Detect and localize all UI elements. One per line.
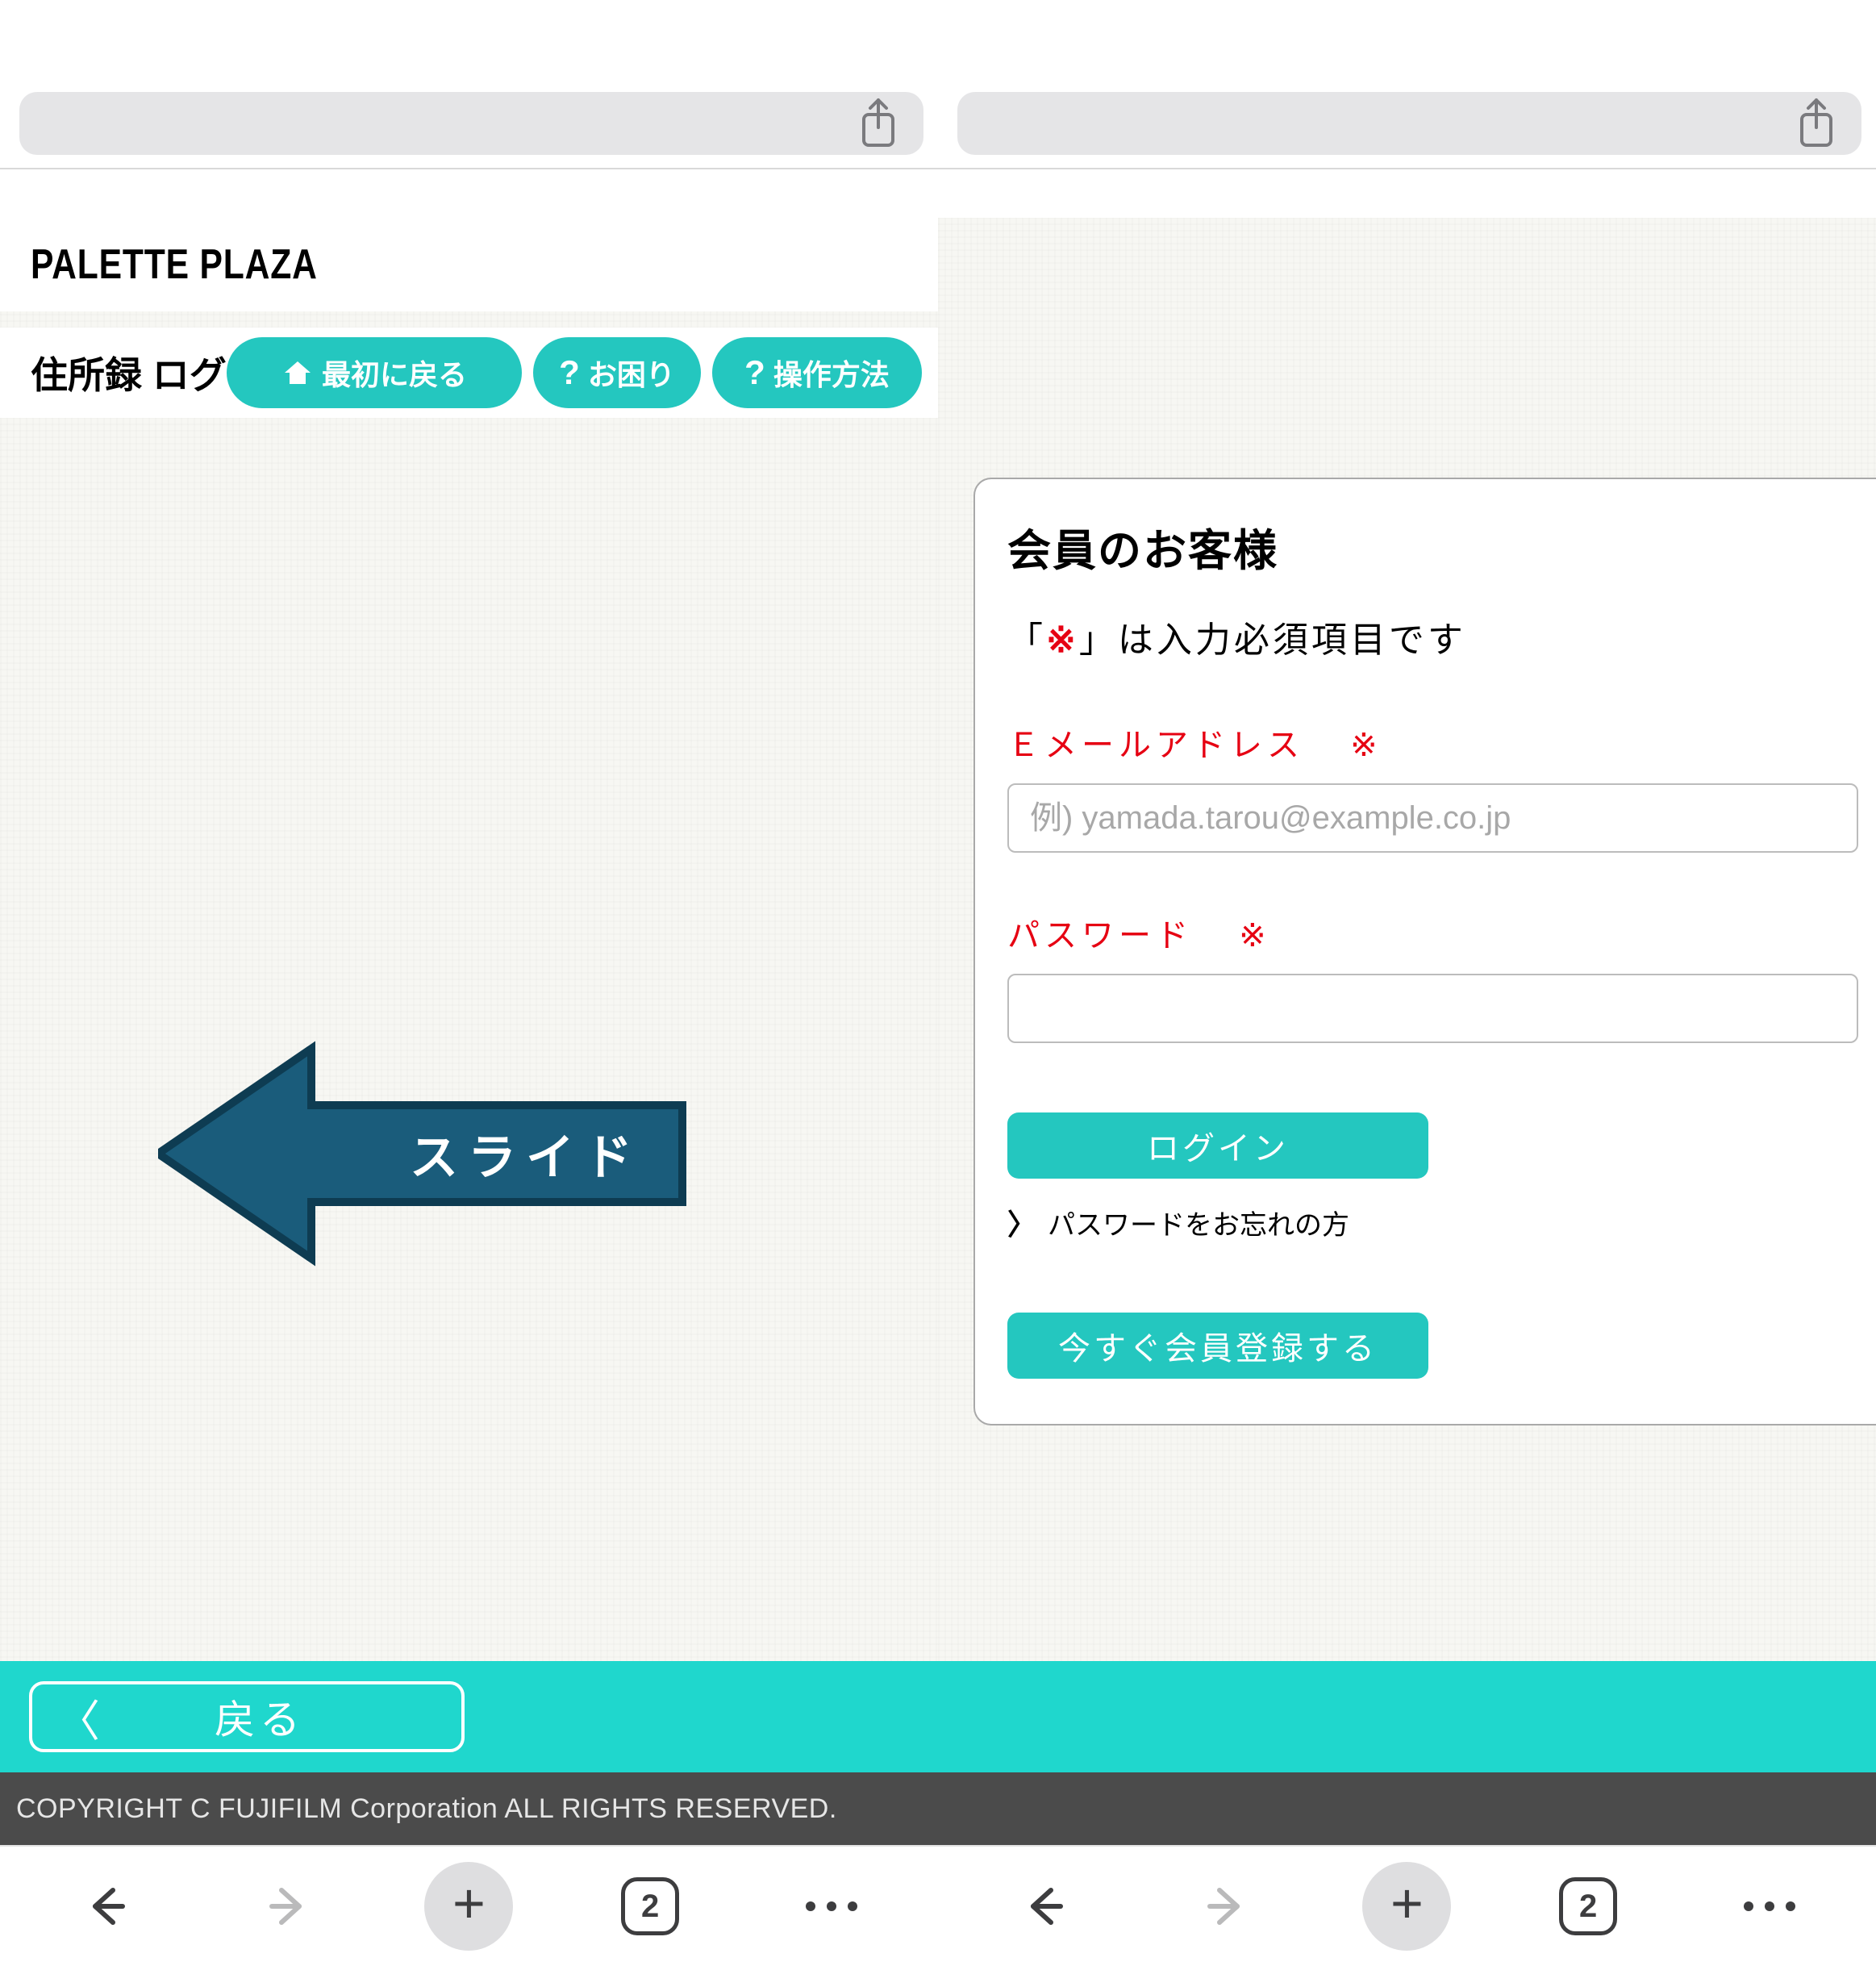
plus-icon: + [1390,1875,1424,1931]
login-title: 会員のお客様 [1007,515,1858,578]
tabs-count-badge: 2 [621,1877,679,1935]
chevron-right-icon: 〉 [1007,1201,1036,1243]
home-icon [281,357,314,389]
dots-icon [806,1901,857,1911]
copyright-bar: COPYRIGHT C FUJIFILM Corporation ALL RIG… [0,1772,938,1845]
login-button-label: ログイン [1147,1122,1289,1169]
page-content-left: PALETTE PLAZA 住所録 ログイン 最初に戻る ? お困り ? 操作方… [0,218,938,1845]
browser-toolbar: + 2 [0,1845,938,1966]
tabs-button[interactable]: 2 [602,1858,698,1955]
copyright-bar [938,1772,1876,1845]
share-icon[interactable] [1795,97,1837,150]
question-icon: ? [744,353,765,392]
statusbar [938,0,1876,79]
slide-arrow-annotation: スライド [158,1041,690,1267]
login-button[interactable]: ログイン [1007,1112,1428,1179]
dots-icon [1744,1901,1795,1911]
back-button-label: 戻る [82,1688,437,1746]
slide-arrow-label: スライド [410,1119,642,1189]
nav-forward-button[interactable] [240,1858,336,1955]
page-title-row: 住所録 ログイン 最初に戻る ? お困り ? 操作方法 [0,328,938,418]
register-button[interactable]: 今すぐ会員登録する [1007,1313,1428,1379]
forgot-password-link[interactable]: 〉 パスワードをお忘れの方 [1007,1201,1858,1243]
question-icon: ? [559,353,580,392]
address-field[interactable] [957,92,1861,155]
copyright-text: COPYRIGHT C FUJIFILM Corporation ALL RIG… [16,1793,837,1825]
right-screen: 会員のお客様 「※」は入力必須項目です Ｅメールアドレス ※ パスワード ※ ロ… [938,0,1876,1966]
tabs-button[interactable]: 2 [1540,1858,1636,1955]
nav-back-button[interactable] [58,1858,155,1955]
plus-icon: + [452,1875,486,1931]
share-icon[interactable] [857,97,899,150]
required-note-prefix: 「 [1007,620,1046,660]
email-field[interactable] [1007,783,1858,853]
page-content-right: 会員のお客様 「※」は入力必須項目です Ｅメールアドレス ※ パスワード ※ ロ… [938,218,1876,1845]
separator [938,168,1876,169]
nav-help-label: お困り [588,352,675,394]
chevron-left-icon: 〈 [56,1685,82,1749]
nav-howto-label: 操作方法 [773,352,890,394]
nav-back-button[interactable] [996,1858,1093,1955]
password-label-text: パスワード [1007,918,1193,954]
required-mark: ※ [1239,918,1271,954]
brand-bar: PALETTE PLAZA [0,218,938,311]
nav-help-button[interactable]: ? お困り [533,337,701,408]
nav-home-label: 最初に戻る [322,352,467,394]
brand-name: PALETTE PLAZA [31,240,318,289]
required-mark: ※ [1350,728,1382,763]
nav-forward-button[interactable] [1178,1858,1274,1955]
browser-address-bar [0,79,938,168]
new-tab-button[interactable]: + [420,1858,517,1955]
password-field[interactable] [1007,974,1858,1043]
separator [0,168,938,169]
footer-teal: 〈 戻る [0,1661,938,1772]
nav-howto-button[interactable]: ? 操作方法 [712,337,922,408]
register-button-label: 今すぐ会員登録する [1058,1322,1378,1369]
forgot-password-label: パスワードをお忘れの方 [1048,1203,1349,1242]
menu-button[interactable] [1721,1858,1818,1955]
browser-toolbar: + 2 [938,1845,1876,1966]
left-screen: PALETTE PLAZA 住所録 ログイン 最初に戻る ? お困り ? 操作方… [0,0,938,1966]
required-note-suffix: 」は入力必須項目です [1079,620,1466,660]
email-label: Ｅメールアドレス ※ [1007,719,1858,766]
address-field[interactable] [19,92,923,155]
required-mark: ※ [1046,620,1079,660]
required-note: 「※」は入力必須項目です [1007,611,1858,662]
browser-address-bar [938,79,1876,168]
password-label: パスワード ※ [1007,909,1858,956]
email-label-text: Ｅメールアドレス [1007,728,1304,763]
new-tab-button[interactable]: + [1358,1858,1455,1955]
tabs-count-badge: 2 [1559,1877,1617,1935]
nav-pills: 最初に戻る ? お困り ? 操作方法 [227,337,922,408]
menu-button[interactable] [783,1858,880,1955]
statusbar [0,0,938,79]
back-button[interactable]: 〈 戻る [29,1681,465,1752]
login-card: 会員のお客様 「※」は入力必須項目です Ｅメールアドレス ※ パスワード ※ ロ… [973,478,1876,1425]
nav-home-button[interactable]: 最初に戻る [227,337,522,408]
footer-teal [938,1661,1876,1772]
